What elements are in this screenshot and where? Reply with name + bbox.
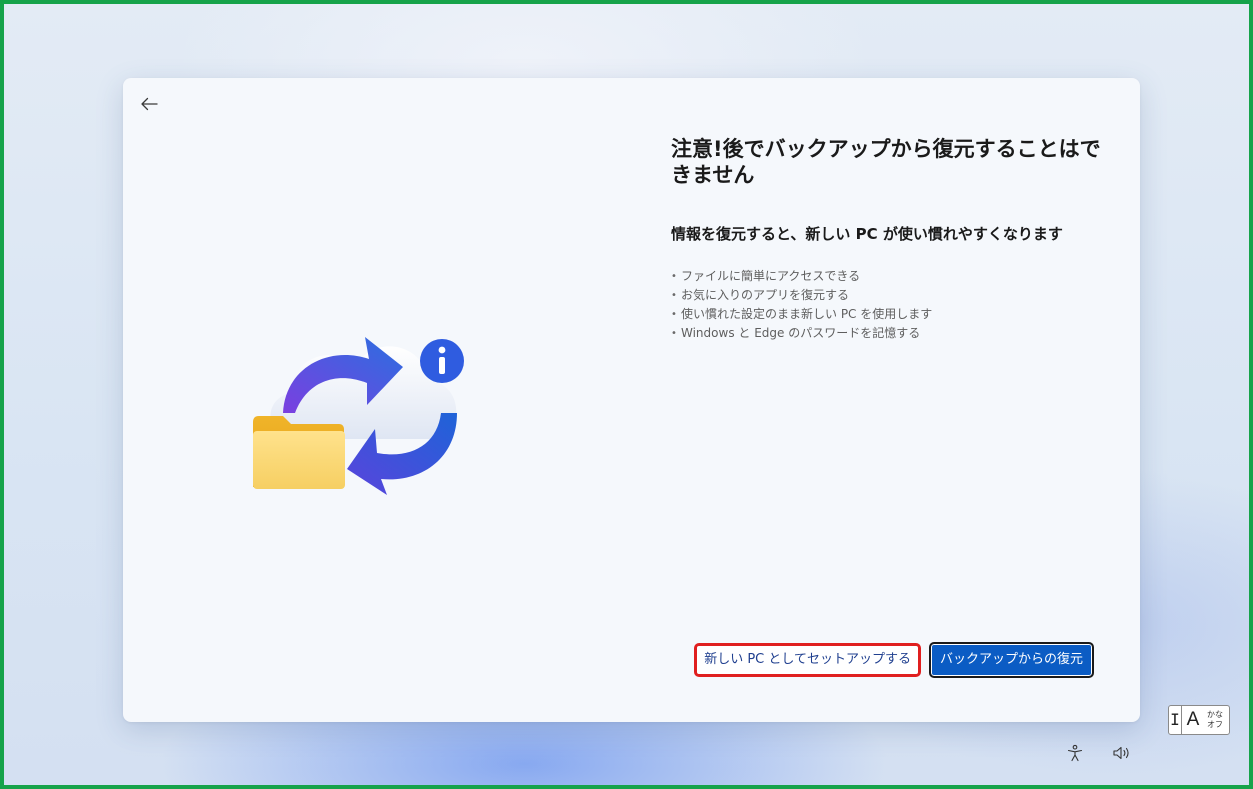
page-title: 注意!後でバックアップから復元することはできません xyxy=(671,137,1101,187)
ime-kana-bottom: オフ xyxy=(1207,720,1223,729)
list-item: お気に入りのアプリを復元する xyxy=(671,286,1111,305)
ime-kana-top: かな xyxy=(1207,710,1223,719)
ime-cursor-glyph: I xyxy=(1170,710,1180,729)
list-item: Windows と Edge のパスワードを記憶する xyxy=(671,324,1111,343)
ime-kana-status: かな オフ xyxy=(1207,710,1223,730)
volume-button[interactable] xyxy=(1112,743,1132,763)
ime-mode-label: A xyxy=(1186,709,1200,730)
ime-indicator[interactable]: I A かな オフ xyxy=(1168,705,1230,735)
screen: 注意!後でバックアップから復元することはできません 情報を復元すると、新しい P… xyxy=(0,0,1253,789)
dialog-content: 注意!後でバックアップから復元することはできません 情報を復元すると、新しい P… xyxy=(671,136,1111,343)
back-arrow-icon xyxy=(141,97,158,111)
benefits-list: ファイルに簡単にアクセスできる お気に入りのアプリを復元する 使い慣れた設定のま… xyxy=(671,267,1111,343)
accessibility-icon xyxy=(1067,744,1083,762)
accessibility-button[interactable] xyxy=(1065,743,1085,763)
oobe-dialog: 注意!後でバックアップから復元することはできません 情報を復元すると、新しい P… xyxy=(123,78,1140,722)
restore-from-backup-button[interactable]: バックアップからの復元 xyxy=(928,642,1094,678)
setup-as-new-pc-button[interactable]: 新しい PC としてセットアップする xyxy=(694,643,921,677)
restore-backup-illustration xyxy=(253,337,464,495)
volume-icon xyxy=(1113,746,1129,760)
button-row: 新しい PC としてセットアップする バックアップからの復元 xyxy=(694,642,1094,678)
list-item: ファイルに簡単にアクセスできる xyxy=(671,267,1111,286)
page-subtitle: 情報を復元すると、新しい PC が使い慣れやすくなります xyxy=(671,225,1063,243)
list-item: 使い慣れた設定のまま新しい PC を使用します xyxy=(671,305,1111,324)
back-button[interactable] xyxy=(135,92,163,116)
